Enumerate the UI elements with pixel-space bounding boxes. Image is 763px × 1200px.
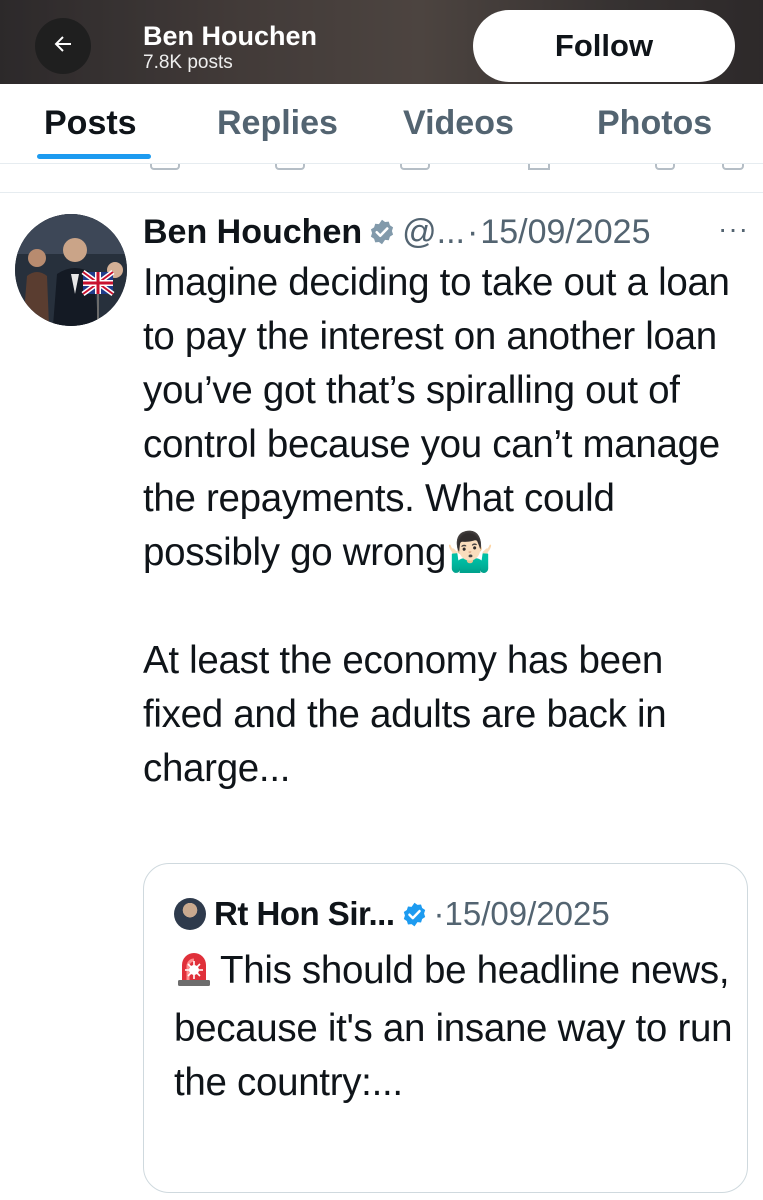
tweet-date[interactable]: 15/09/2025: [480, 212, 650, 252]
siren-icon: [174, 947, 214, 1002]
quoted-tweet-header: Rt Hon Sir... · 15/09/2025: [174, 894, 610, 934]
header-title-block: Ben Houchen 7.8K posts: [143, 20, 317, 74]
back-button[interactable]: [35, 18, 91, 74]
profile-tabs: Posts Replies Videos Photos: [0, 84, 763, 164]
tweet-author-handle[interactable]: @...: [402, 212, 465, 252]
quoted-tweet-text-block: This should be headline news, because it…: [174, 944, 734, 1110]
header-profile-name: Ben Houchen: [143, 21, 318, 51]
quoted-author-name: Rt Hon Sir...: [214, 895, 395, 932]
quoted-tweet-text: This should be headline news, because it…: [174, 949, 733, 1104]
header-post-count: 7.8K posts: [143, 52, 233, 73]
verified-badge-icon: [401, 901, 428, 928]
reply-icon[interactable]: [150, 164, 180, 170]
tab-replies[interactable]: Replies: [217, 104, 338, 143]
tweet-text: Imagine deciding to take out a loan to p…: [143, 261, 730, 790]
quoted-tweet-date: 15/09/2025: [444, 895, 610, 932]
verified-badge-icon: [368, 218, 396, 246]
tweet-header: Ben Houchen @... · 15/09/2025: [143, 212, 753, 252]
views-icon[interactable]: [528, 164, 550, 170]
previous-post-actions: [0, 164, 763, 192]
repost-icon[interactable]: [275, 164, 305, 170]
follow-button[interactable]: Follow: [473, 10, 735, 82]
post-divider: [0, 192, 763, 193]
bookmark-icon[interactable]: [655, 164, 675, 170]
like-icon[interactable]: [400, 164, 430, 170]
share-icon[interactable]: [722, 164, 744, 170]
active-tab-indicator: [37, 154, 151, 159]
dot-separator: ·: [466, 213, 479, 251]
quoted-author-avatar: [174, 898, 206, 930]
profile-header: Ben Houchen 7.8K posts Follow: [0, 0, 763, 84]
more-dots-icon[interactable]: ···: [718, 214, 749, 244]
tab-posts[interactable]: Posts: [44, 104, 137, 143]
dot-separator: ·: [433, 895, 445, 932]
arrow-left-icon: [51, 32, 75, 61]
tab-videos[interactable]: Videos: [403, 104, 514, 143]
tweet-author-name[interactable]: Ben Houchen: [143, 212, 362, 252]
quoted-tweet[interactable]: Rt Hon Sir... · 15/09/2025 This should b…: [143, 863, 748, 1193]
avatar[interactable]: [15, 214, 127, 326]
tab-photos[interactable]: Photos: [597, 104, 712, 143]
